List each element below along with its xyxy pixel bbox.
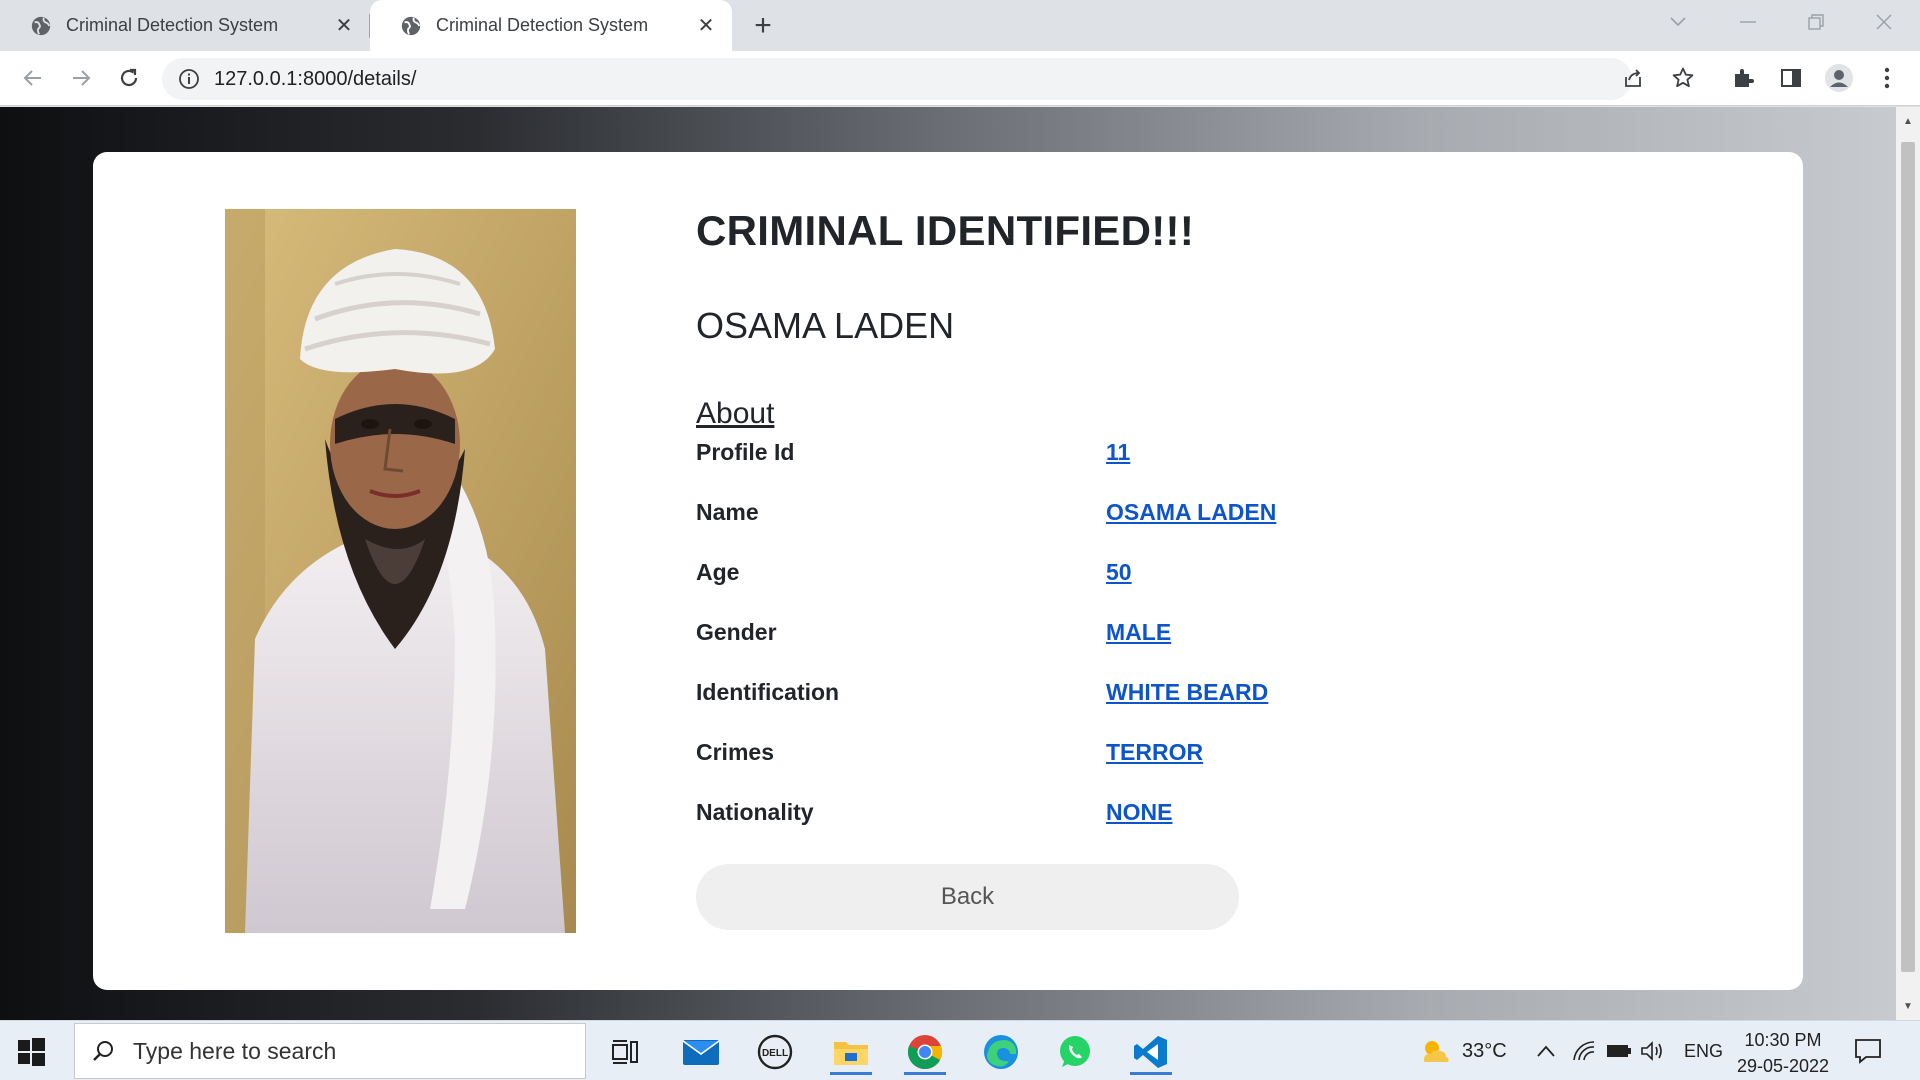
weather-widget[interactable]: 33°C xyxy=(1418,1021,1507,1080)
edge-icon[interactable] xyxy=(978,1029,1024,1075)
wifi-icon[interactable] xyxy=(1572,1021,1596,1080)
minimize-button[interactable] xyxy=(1720,0,1776,44)
language-text: ENG xyxy=(1684,1040,1724,1061)
detail-row-profile-id: Profile Id 11 xyxy=(696,439,1596,499)
vscode-icon[interactable] xyxy=(1128,1029,1174,1075)
svg-text:DELL: DELL xyxy=(762,1048,788,1059)
url-text[interactable]: 127.0.0.1:8000/details/ xyxy=(214,68,416,91)
detail-value-link[interactable]: 50 xyxy=(1106,559,1132,586)
detail-value-link[interactable]: TERROR xyxy=(1106,739,1203,766)
active-app-indicator xyxy=(904,1072,946,1075)
whatsapp-icon[interactable] xyxy=(1052,1029,1098,1075)
side-panel-icon[interactable] xyxy=(1774,61,1808,95)
file-explorer-icon[interactable] xyxy=(828,1029,874,1075)
about-heading: About xyxy=(696,397,775,430)
detail-row-nationality: Nationality NONE xyxy=(696,799,1596,859)
browser-tab-1[interactable]: Criminal Detection System ✕ xyxy=(0,0,370,51)
clock-date: 29-05-2022 xyxy=(1736,1056,1830,1076)
forward-arrow-icon[interactable] xyxy=(64,61,98,95)
dell-icon[interactable]: DELL xyxy=(752,1029,798,1075)
detail-label: Crimes xyxy=(696,739,774,765)
tab-search-icon[interactable] xyxy=(1650,0,1706,44)
volume-icon[interactable] xyxy=(1640,1021,1664,1080)
taskbar-clock[interactable]: 10:30 PM 29-05-2022 xyxy=(1728,1027,1838,1079)
mail-icon[interactable] xyxy=(678,1029,724,1075)
detail-label: Age xyxy=(696,559,740,585)
battery-icon[interactable] xyxy=(1606,1021,1632,1080)
share-icon[interactable] xyxy=(1616,61,1650,95)
info-icon[interactable] xyxy=(178,68,200,90)
detail-row-crimes: Crimes TERROR xyxy=(696,739,1596,799)
back-button[interactable]: Back xyxy=(696,864,1239,930)
criminal-info: CRIMINAL IDENTIFIED!!! OSAMA LADEN About… xyxy=(696,207,1596,859)
reload-icon[interactable] xyxy=(112,61,146,95)
detail-row-name: Name OSAMA LADEN xyxy=(696,499,1596,559)
notifications-icon[interactable] xyxy=(1854,1021,1882,1080)
detail-label: Name xyxy=(696,499,759,525)
close-tab-icon[interactable]: ✕ xyxy=(332,14,356,38)
restore-button[interactable] xyxy=(1788,0,1844,44)
detail-row-gender: Gender MALE xyxy=(696,619,1596,679)
detail-value-link[interactable]: 11 xyxy=(1106,439,1130,466)
scrollbar-thumb[interactable] xyxy=(1901,142,1915,972)
taskbar-search-placeholder: Type here to search xyxy=(133,1037,337,1064)
weather-temperature: 33°C xyxy=(1462,1039,1507,1062)
input-language-indicator[interactable]: ENG xyxy=(1684,1021,1723,1080)
tab-title: Criminal Detection System xyxy=(436,15,649,35)
browser-tab-2[interactable]: Criminal Detection System ✕ xyxy=(370,0,732,51)
details-card: CRIMINAL IDENTIFIED!!! OSAMA LADEN About… xyxy=(93,152,1803,990)
detail-label: Identification xyxy=(696,679,840,705)
detail-value-link[interactable]: WHITE BEARD xyxy=(1106,679,1268,706)
page-title: CRIMINAL IDENTIFIED!!! xyxy=(696,207,1195,254)
page-scrollbar[interactable]: ▲ ▼ xyxy=(1896,107,1920,1020)
search-icon xyxy=(93,1041,113,1061)
detail-value-link[interactable]: MALE xyxy=(1106,619,1171,646)
globe-icon xyxy=(31,16,51,35)
tab-title: Criminal Detection System xyxy=(66,15,279,35)
criminal-photo xyxy=(225,209,576,933)
details-list: Profile Id 11 Name OSAMA LADEN Age 50 Ge… xyxy=(696,439,1596,859)
criminal-name-heading: OSAMA LADEN xyxy=(696,305,955,346)
close-tab-icon[interactable]: ✕ xyxy=(694,14,718,38)
globe-icon xyxy=(401,16,421,35)
detail-label: Gender xyxy=(696,619,777,645)
detail-label: Nationality xyxy=(696,799,814,825)
taskbar-search[interactable]: Type here to search xyxy=(74,1023,586,1079)
page-viewport: CRIMINAL IDENTIFIED!!! OSAMA LADEN About… xyxy=(0,107,1896,1020)
detail-row-age: Age 50 xyxy=(696,559,1596,619)
detail-value-link[interactable]: NONE xyxy=(1106,799,1172,826)
browser-tab-strip: Criminal Detection System ✕ Criminal Det… xyxy=(0,0,1920,51)
bookmark-star-icon[interactable] xyxy=(1666,61,1700,95)
weather-sun-cloud-icon xyxy=(1423,1041,1449,1062)
chrome-icon[interactable] xyxy=(902,1029,948,1075)
active-app-indicator xyxy=(830,1072,872,1075)
extensions-icon[interactable] xyxy=(1726,61,1760,95)
windows-start-icon[interactable] xyxy=(16,1037,46,1067)
active-app-indicator xyxy=(1130,1072,1172,1075)
detail-label: Profile Id xyxy=(696,439,795,465)
scroll-down-icon[interactable]: ▼ xyxy=(1896,996,1920,1016)
scroll-up-icon[interactable]: ▲ xyxy=(1896,111,1920,131)
detail-row-identification: Identification WHITE BEARD xyxy=(696,679,1596,739)
show-hidden-icons-chevron-icon[interactable] xyxy=(1536,1021,1556,1080)
back-arrow-icon[interactable] xyxy=(16,61,50,95)
chrome-menu-icon[interactable] xyxy=(1870,61,1904,95)
browser-toolbar: 127.0.0.1:8000/details/ xyxy=(0,51,1920,106)
profile-avatar-icon[interactable] xyxy=(1822,61,1856,95)
new-tab-button[interactable]: + xyxy=(748,9,778,42)
detail-value-link[interactable]: OSAMA LADEN xyxy=(1106,499,1276,526)
close-window-button[interactable] xyxy=(1856,0,1912,44)
address-bar[interactable]: 127.0.0.1:8000/details/ xyxy=(162,58,1632,100)
task-view-icon[interactable] xyxy=(602,1029,648,1075)
clock-time: 10:30 PM xyxy=(1744,1030,1822,1050)
windows-taskbar: Type here to search DELL 33°C ENG 10:30 … xyxy=(0,1020,1920,1080)
